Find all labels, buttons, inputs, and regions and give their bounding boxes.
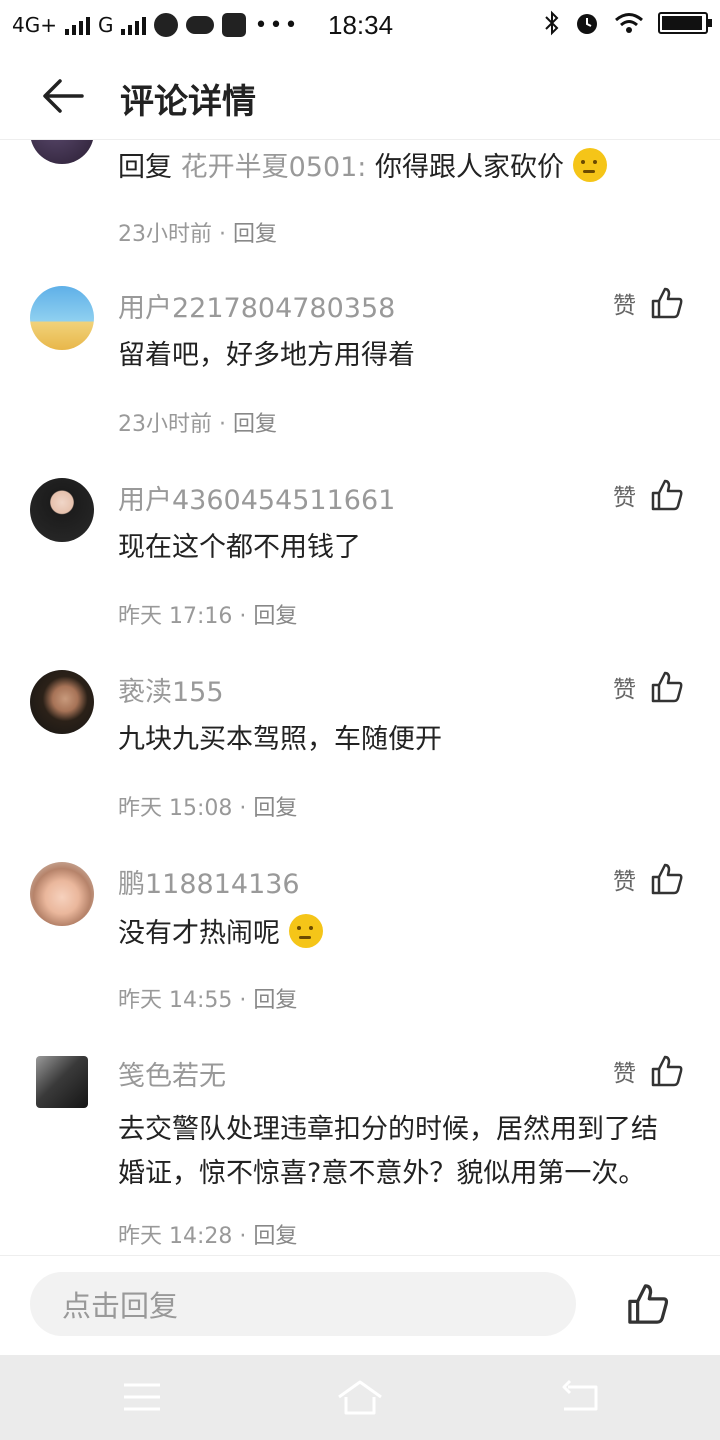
like-label: 赞	[613, 485, 636, 511]
network-label: 4G+	[12, 13, 57, 37]
meta-separator: ·	[219, 222, 226, 247]
comment-meta: 23小时前 · 回复	[118, 406, 277, 438]
reply-button[interactable]: 回复	[253, 796, 297, 821]
comment-username[interactable]: 亵渎155	[118, 670, 224, 709]
home-icon[interactable]	[336, 1377, 384, 1417]
app-notification-icon	[154, 13, 179, 37]
comment-time: 23小时前	[118, 222, 212, 247]
thumbs-up-icon	[651, 671, 683, 703]
comment-meta: 昨天 14:28 · 回复	[118, 1218, 297, 1250]
like-button[interactable]: 赞	[613, 1054, 684, 1088]
comment-body: 没有才热闹呢	[118, 918, 280, 949]
back-arrow-icon[interactable]	[40, 76, 86, 116]
comment-body: 你得跟人家砍价	[375, 152, 564, 183]
thumbs-up-icon	[651, 1055, 683, 1087]
comment-text: 去交警队处理违章扣分的时候，居然用到了结婚证，惊不惊喜?意不意外？貌似用第一次。	[118, 1114, 658, 1189]
comment-time: 昨天 15:08	[118, 796, 233, 821]
comment-text: 回复 花开半夏0501: 你得跟人家砍价	[118, 146, 684, 190]
comment-username[interactable]: 鹏118814136	[118, 862, 300, 901]
reply-button[interactable]: 回复	[233, 222, 277, 247]
comment-meta: 昨天 14:55 · 回复	[118, 982, 297, 1014]
page-title: 评论详情	[120, 82, 256, 122]
bluetooth-icon	[545, 10, 559, 36]
comment-time: 昨天 14:28	[118, 1224, 233, 1249]
avatar[interactable]	[30, 286, 94, 350]
comment-list[interactable]: 回复 花开半夏0501: 你得跟人家砍价 23小时前 · 回复 用户221780…	[0, 140, 720, 1255]
avatar[interactable]	[30, 140, 94, 164]
comment-time: 昨天 17:16	[118, 604, 233, 629]
like-button[interactable]: 赞	[613, 286, 684, 320]
like-button[interactable]: 赞	[613, 670, 684, 704]
message-icon	[222, 13, 247, 37]
reply-to-user[interactable]: 花开半夏0501:	[181, 152, 367, 183]
comment-username[interactable]: 笺色若无	[118, 1054, 226, 1093]
thumbs-up-icon[interactable]	[626, 1282, 670, 1326]
comment-text: 九块九买本驾照，车随便开	[118, 724, 442, 755]
meta-separator: ·	[239, 796, 247, 821]
meta-separator: ·	[239, 604, 247, 629]
comment-username[interactable]: 用户2217804780358	[118, 286, 395, 325]
avatar[interactable]	[30, 862, 94, 926]
thumbs-up-icon	[651, 287, 683, 319]
thumbs-up-icon	[651, 863, 683, 895]
meta-separator: ·	[219, 412, 226, 437]
avatar[interactable]	[30, 670, 94, 734]
comment-time: 23小时前	[118, 412, 212, 437]
network-label-secondary: G	[97, 13, 114, 37]
battery-icon	[658, 12, 712, 34]
like-button[interactable]: 赞	[613, 478, 684, 512]
comment-username[interactable]: 用户4360454511661	[118, 478, 395, 517]
meta-separator: ·	[239, 988, 247, 1013]
header: 评论详情	[0, 50, 720, 140]
signal-icon-secondary	[121, 15, 147, 35]
comment-meta: 昨天 17:16 · 回复	[118, 598, 297, 630]
cloud-icon	[186, 16, 215, 34]
like-label: 赞	[613, 1061, 636, 1087]
reply-input[interactable]: 点击回复	[30, 1272, 576, 1336]
comment-text: 现在这个都不用钱了	[118, 532, 361, 563]
reply-button[interactable]: 回复	[233, 412, 277, 437]
comment-text: 没有才热闹呢	[118, 912, 684, 956]
avatar[interactable]	[30, 478, 94, 542]
thinking-emoji-icon	[572, 148, 607, 182]
avatar[interactable]	[36, 1056, 88, 1108]
thumbs-up-icon	[651, 479, 683, 511]
signal-icon	[64, 15, 90, 35]
reply-button[interactable]: 回复	[253, 1224, 297, 1249]
alarm-icon	[577, 14, 597, 34]
back-icon[interactable]	[558, 1377, 602, 1417]
like-label: 赞	[613, 293, 636, 319]
clock: 18:34	[328, 10, 394, 40]
reply-prefix: 回复	[118, 152, 172, 183]
like-label: 赞	[613, 677, 636, 703]
comment-meta: 昨天 15:08 · 回复	[118, 790, 297, 822]
menu-icon[interactable]	[120, 1377, 164, 1417]
more-notifications-icon: •••	[254, 12, 300, 38]
reply-button[interactable]: 回复	[253, 604, 297, 629]
like-label: 赞	[613, 869, 636, 895]
meta-separator: ·	[239, 1224, 247, 1249]
reply-button[interactable]: 回复	[253, 988, 297, 1013]
comment-time: 昨天 14:55	[118, 988, 233, 1013]
status-bar: 4G+ G ••• 18:34	[0, 0, 720, 50]
comment-meta: 23小时前 · 回复	[118, 216, 277, 248]
thinking-emoji-icon	[288, 914, 323, 948]
wifi-icon	[615, 13, 643, 33]
system-nav-bar	[0, 1355, 720, 1440]
like-button[interactable]: 赞	[613, 862, 684, 896]
reply-bar: 点击回复	[0, 1255, 720, 1355]
comment-text: 留着吧，好多地方用得着	[118, 340, 415, 371]
